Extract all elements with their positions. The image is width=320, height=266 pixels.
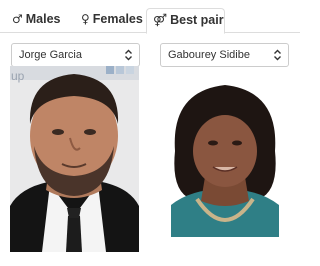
tab-males-label: Males <box>25 12 61 26</box>
female-photo <box>171 81 279 237</box>
female-symbol-icon: ♀ <box>81 12 90 26</box>
male-select[interactable]: Jorge Garcia <box>11 43 140 67</box>
female-select-value: Gabourey Sidibe <box>168 49 250 61</box>
tab-bar: ♂ Males ♀ Females ⚤ Best pair <box>0 0 300 34</box>
male-photo: up <box>10 66 139 252</box>
tab-females[interactable]: ♀ Females <box>81 8 143 33</box>
select-caret-icon <box>125 49 132 61</box>
male-select-value: Jorge Garcia <box>19 49 82 61</box>
female-select[interactable]: Gabourey Sidibe <box>160 43 289 67</box>
male-symbol-icon: ♂ <box>12 12 23 26</box>
tab-best-pair[interactable]: ⚤ Best pair <box>146 8 225 34</box>
pair-symbol-icon: ⚤ <box>153 13 168 27</box>
backdrop-text: up <box>11 69 25 83</box>
tab-best-pair-label: Best pair <box>170 13 224 27</box>
tab-females-label: Females <box>92 12 143 26</box>
select-caret-icon <box>274 49 281 61</box>
tab-males[interactable]: ♂ Males <box>12 8 61 33</box>
